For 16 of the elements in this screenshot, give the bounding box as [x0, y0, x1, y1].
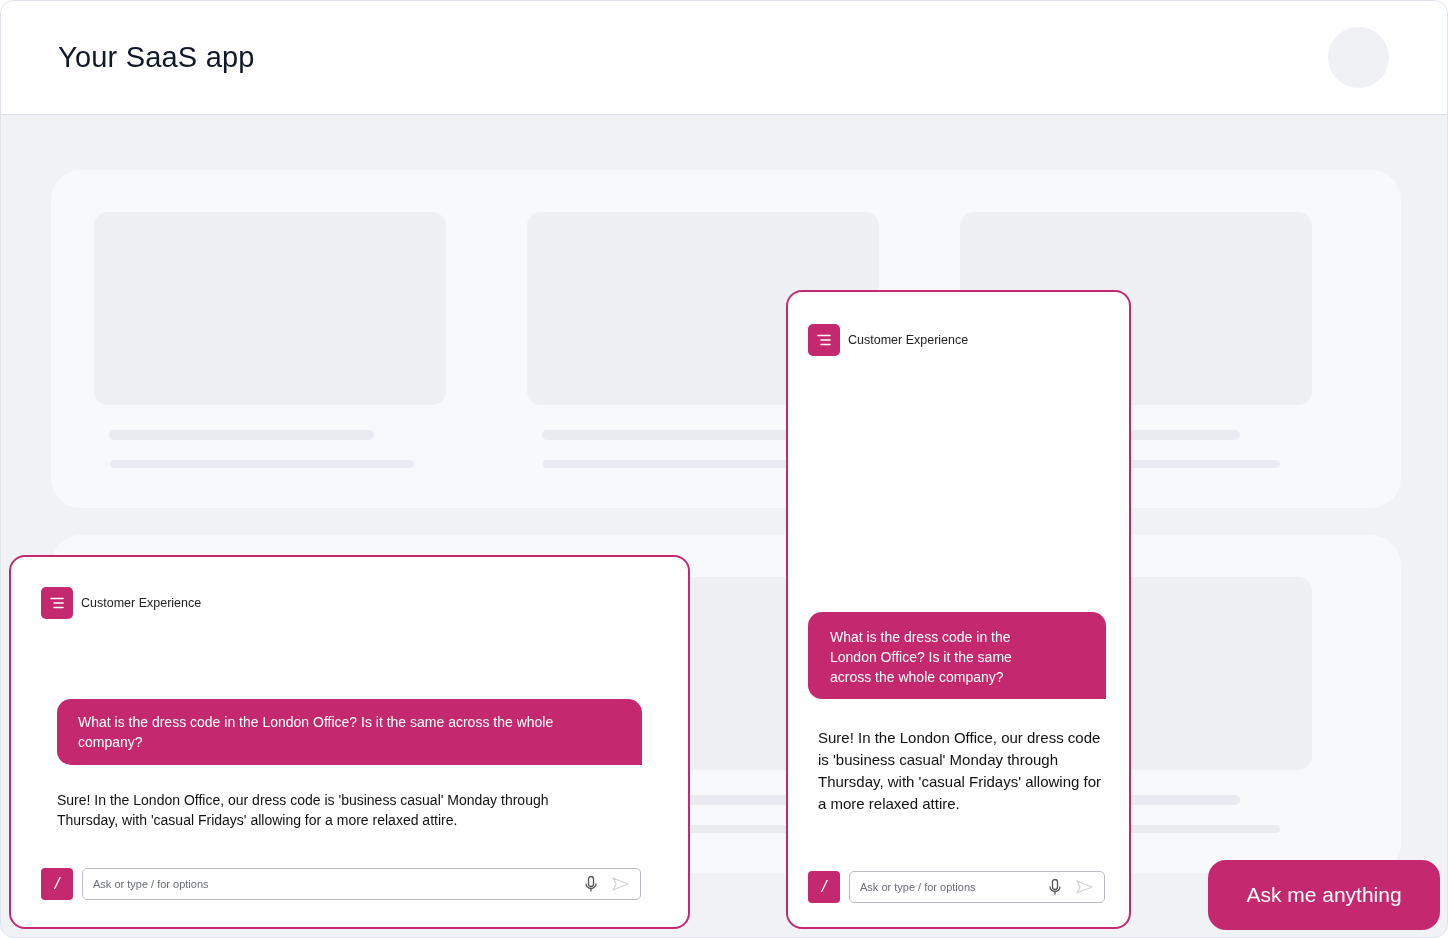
chat-input-field[interactable]: Ask or type / for options: [849, 871, 1105, 903]
menu-icon[interactable]: [808, 324, 840, 356]
assistant-reply: Sure! In the London Office, our dress code is 'business casual' Monday through Thursday, with 'casual Fridays' allowing for a more relaxed attire.: [57, 791, 550, 830]
microphone-icon[interactable]: [1049, 878, 1061, 896]
chat-input-field[interactable]: Ask or type / for options: [82, 868, 641, 900]
chat-title: Customer Experience: [81, 596, 202, 610]
slash-command-button[interactable]: /: [808, 871, 840, 903]
assistant-reply: Sure! In the London Office, our dress code is 'business casual' Monday through Thursday, with 'casual Fridays' allowing for a more relaxed attire.: [818, 728, 1103, 814]
user-message: What is the dress code in the London Office? Is it the same across the whole company?: [57, 699, 642, 765]
app-title: Your SaaS app: [58, 41, 255, 74]
slash-command-button[interactable]: /: [41, 868, 73, 900]
ask-me-anything-button[interactable]: Ask me anything: [1208, 860, 1440, 930]
user-message: What is the dress code in the London Office? Is it the same across the whole company?: [808, 612, 1106, 699]
menu-icon[interactable]: [41, 587, 73, 619]
chat-title: Customer Experience: [848, 333, 969, 347]
microphone-icon[interactable]: [585, 875, 597, 893]
